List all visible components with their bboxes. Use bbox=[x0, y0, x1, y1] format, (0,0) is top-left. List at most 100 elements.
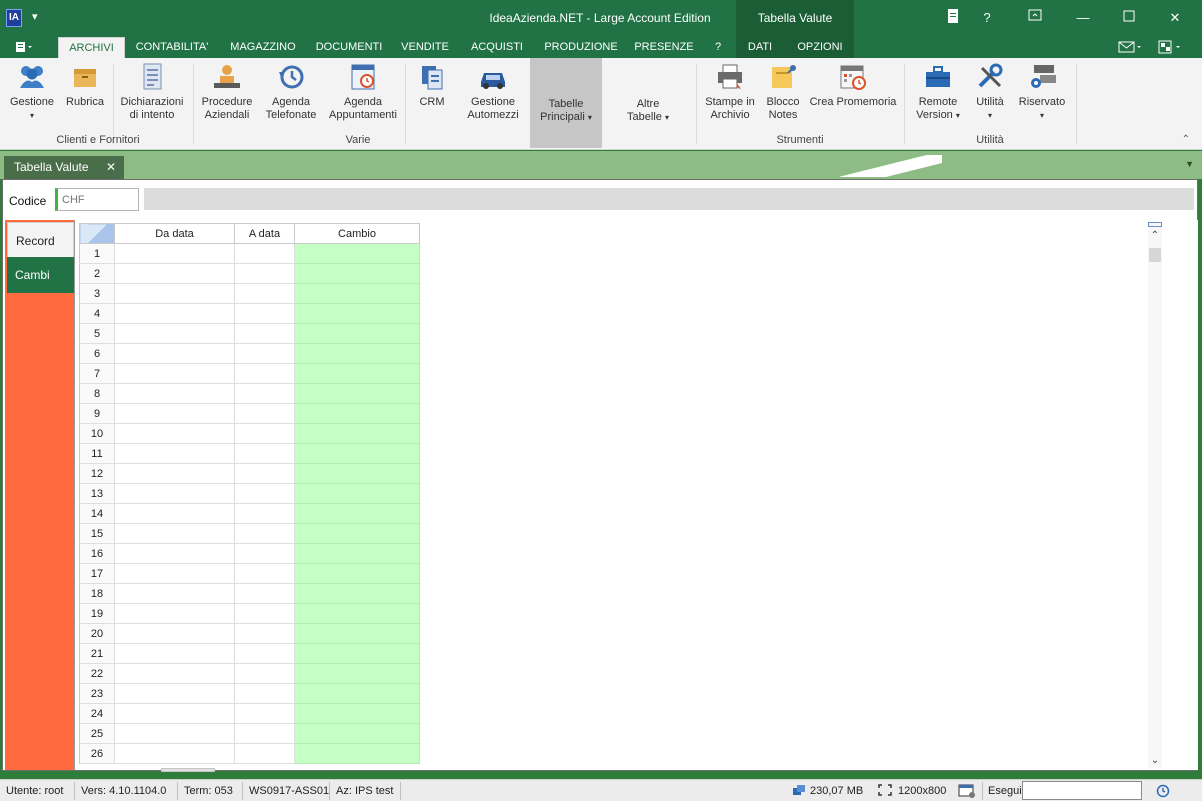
table-row[interactable]: 15 bbox=[79, 523, 420, 544]
esegui-input[interactable] bbox=[1022, 781, 1142, 800]
rubrica-button[interactable]: Rubrica bbox=[62, 62, 108, 132]
horizontal-scrollbar-thumb[interactable] bbox=[161, 768, 215, 772]
utilita-button[interactable]: Utilità ▾ bbox=[970, 62, 1010, 132]
scroll-up-icon[interactable]: ⌃ bbox=[1148, 230, 1162, 241]
table-row[interactable]: 20 bbox=[79, 623, 420, 644]
row-number[interactable]: 2 bbox=[79, 263, 115, 284]
scroll-down-icon[interactable]: ⌄ bbox=[1148, 755, 1162, 766]
cambio-cell[interactable] bbox=[294, 463, 420, 484]
row-number[interactable]: 25 bbox=[79, 723, 115, 744]
row-number[interactable]: 20 bbox=[79, 623, 115, 644]
cambio-cell[interactable] bbox=[294, 383, 420, 404]
document-icon[interactable] bbox=[942, 8, 964, 28]
table-row[interactable]: 19 bbox=[79, 603, 420, 624]
column-header-da-data[interactable]: Da data bbox=[114, 223, 235, 244]
da-data-cell[interactable] bbox=[114, 263, 235, 284]
tab-presenze[interactable]: PRESENZE bbox=[630, 37, 698, 58]
row-number[interactable]: 23 bbox=[79, 683, 115, 704]
refresh-clock-icon[interactable] bbox=[1156, 784, 1170, 798]
row-number[interactable]: 18 bbox=[79, 583, 115, 604]
table-row[interactable]: 11 bbox=[79, 443, 420, 464]
grid-corner-select-all[interactable] bbox=[79, 223, 115, 244]
da-data-cell[interactable] bbox=[114, 663, 235, 684]
cambio-cell[interactable] bbox=[294, 403, 420, 424]
a-data-cell[interactable] bbox=[234, 743, 295, 764]
a-data-cell[interactable] bbox=[234, 503, 295, 524]
a-data-cell[interactable] bbox=[234, 563, 295, 584]
cambio-cell[interactable] bbox=[294, 343, 420, 364]
table-row[interactable]: 21 bbox=[79, 643, 420, 664]
cambio-cell[interactable] bbox=[294, 743, 420, 764]
close-tab-icon[interactable]: ✕ bbox=[106, 156, 116, 179]
stampe-archivio-button[interactable]: Stampe in Archivio bbox=[702, 62, 758, 132]
table-row[interactable]: 6 bbox=[79, 343, 420, 364]
agenda-appuntamenti-button[interactable]: Agenda Appuntamenti bbox=[326, 62, 400, 132]
a-data-cell[interactable] bbox=[234, 663, 295, 684]
row-number[interactable]: 3 bbox=[79, 283, 115, 304]
layout-icon[interactable] bbox=[1158, 40, 1186, 57]
da-data-cell[interactable] bbox=[114, 723, 235, 744]
a-data-cell[interactable] bbox=[234, 383, 295, 404]
row-number[interactable]: 22 bbox=[79, 663, 115, 684]
a-data-cell[interactable] bbox=[234, 643, 295, 664]
cambio-cell[interactable] bbox=[294, 483, 420, 504]
riservato-button[interactable]: Riservato ▾ bbox=[1014, 62, 1070, 132]
descrizione-field[interactable] bbox=[144, 188, 1194, 210]
minimize-icon[interactable]: — bbox=[1072, 8, 1094, 28]
a-data-cell[interactable] bbox=[234, 523, 295, 544]
row-number[interactable]: 26 bbox=[79, 743, 115, 764]
cambio-cell[interactable] bbox=[294, 523, 420, 544]
a-data-cell[interactable] bbox=[234, 463, 295, 484]
app-icon[interactable]: IA bbox=[6, 9, 22, 27]
table-row[interactable]: 24 bbox=[79, 703, 420, 724]
da-data-cell[interactable] bbox=[114, 643, 235, 664]
table-row[interactable]: 17 bbox=[79, 563, 420, 584]
da-data-cell[interactable] bbox=[114, 403, 235, 424]
remote-version-button[interactable]: Remote Version ▾ bbox=[910, 62, 966, 132]
cambio-cell[interactable] bbox=[294, 603, 420, 624]
cambio-cell[interactable] bbox=[294, 263, 420, 284]
tab-dati[interactable]: DATI bbox=[740, 37, 780, 58]
ribbon-display-icon[interactable] bbox=[1024, 8, 1046, 28]
procedure-aziendali-button[interactable]: Procedure Aziendali bbox=[198, 62, 256, 132]
da-data-cell[interactable] bbox=[114, 283, 235, 304]
column-header-cambio[interactable]: Cambio bbox=[294, 223, 420, 244]
row-number[interactable]: 24 bbox=[79, 703, 115, 724]
altre-tabelle-button[interactable]: Altre Tabelle ▾ bbox=[612, 58, 684, 148]
table-row[interactable]: 5 bbox=[79, 323, 420, 344]
a-data-cell[interactable] bbox=[234, 583, 295, 604]
cambio-cell[interactable] bbox=[294, 583, 420, 604]
a-data-cell[interactable] bbox=[234, 263, 295, 284]
cambio-cell[interactable] bbox=[294, 283, 420, 304]
document-tab-tabella-valute[interactable]: Tabella Valute ✕ bbox=[4, 156, 124, 179]
cambio-cell[interactable] bbox=[294, 423, 420, 444]
da-data-cell[interactable] bbox=[114, 523, 235, 544]
table-row[interactable]: 9 bbox=[79, 403, 420, 424]
table-row[interactable]: 26 bbox=[79, 743, 420, 764]
side-tab-record[interactable]: Record bbox=[7, 222, 74, 258]
table-row[interactable]: 10 bbox=[79, 423, 420, 444]
da-data-cell[interactable] bbox=[114, 683, 235, 704]
da-data-cell[interactable] bbox=[114, 443, 235, 464]
cambio-cell[interactable] bbox=[294, 703, 420, 724]
da-data-cell[interactable] bbox=[114, 743, 235, 764]
tab-acquisti[interactable]: ACQUISTI bbox=[462, 37, 532, 58]
close-icon[interactable]: ✕ bbox=[1164, 8, 1186, 28]
a-data-cell[interactable] bbox=[234, 243, 295, 264]
a-data-cell[interactable] bbox=[234, 303, 295, 324]
a-data-cell[interactable] bbox=[234, 443, 295, 464]
cambio-cell[interactable] bbox=[294, 503, 420, 524]
da-data-cell[interactable] bbox=[114, 503, 235, 524]
tab-produzione[interactable]: PRODUZIONE bbox=[540, 37, 622, 58]
row-number[interactable]: 8 bbox=[79, 383, 115, 404]
da-data-cell[interactable] bbox=[114, 303, 235, 324]
vertical-scrollbar[interactable]: ⌃ ⌄ bbox=[1148, 222, 1162, 768]
row-number[interactable]: 4 bbox=[79, 303, 115, 324]
table-row[interactable]: 13 bbox=[79, 483, 420, 504]
a-data-cell[interactable] bbox=[234, 543, 295, 564]
table-row[interactable]: 4 bbox=[79, 303, 420, 324]
cambio-cell[interactable] bbox=[294, 323, 420, 344]
a-data-cell[interactable] bbox=[234, 703, 295, 724]
table-row[interactable]: 2 bbox=[79, 263, 420, 284]
tab-opzioni[interactable]: OPZIONI bbox=[790, 37, 850, 58]
